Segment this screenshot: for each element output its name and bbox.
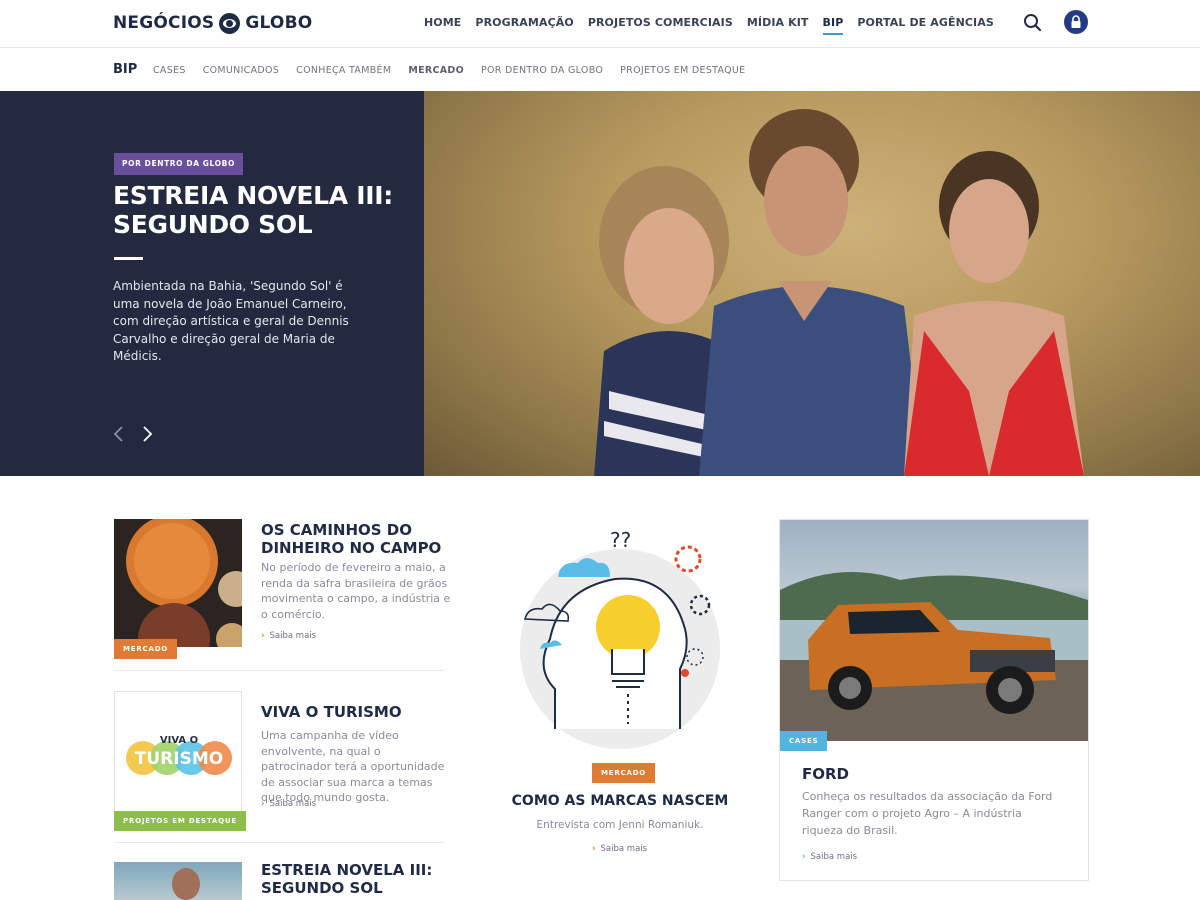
logo-text-top: VIVA O [160, 735, 198, 746]
nav-portal-agencias[interactable]: PORTAL DE AGÊNCIAS [857, 16, 994, 29]
read-more-label: Saiba mais [600, 844, 648, 854]
divider [114, 670, 444, 671]
nav-midia-kit[interactable]: MÍDIA KIT [747, 16, 809, 29]
card-title[interactable]: OS CAMINHOS DO DINHEIRO NO CAMPO [261, 521, 451, 557]
hero-divider [114, 257, 143, 260]
card-title[interactable]: COMO AS MARCAS NASCEM [500, 793, 740, 809]
category-badge[interactable]: MERCADO [592, 763, 656, 783]
article-card-ford: CASES FORD Conheça os resultados da asso… [779, 519, 1089, 881]
nav-projetos-comerciais[interactable]: PROJETOS COMERCIAIS [588, 16, 733, 29]
chevron-right-icon: › [592, 844, 596, 854]
subnav-cases[interactable]: CASES [153, 65, 186, 76]
lightbulb-head-illustration[interactable]: ?? [500, 519, 740, 759]
read-more-link[interactable]: › Saiba mais [261, 799, 316, 809]
card-title[interactable]: VIVA O TURISMO [261, 703, 451, 721]
subnav-por-dentro-da-globo[interactable]: POR DENTRO DA GLOBO [481, 65, 603, 76]
card-description: Uma campanha de vídeo envolvente, na qua… [261, 729, 445, 804]
search-button[interactable] [1022, 12, 1044, 34]
grains-illustration [126, 519, 242, 647]
subnav-conheca-tambem[interactable]: CONHEÇA TAMBÉM [296, 65, 391, 76]
subnav-mercado[interactable]: MERCADO [408, 65, 464, 76]
chevron-left-icon [113, 426, 123, 442]
hero-cast-photo[interactable] [424, 91, 1200, 476]
negocios-globo-logo[interactable]: NEGÓCIOS GLOBO [113, 11, 312, 35]
read-more-label: Saiba mais [269, 631, 317, 641]
read-more-label: Saiba mais [269, 799, 317, 809]
card-title[interactable]: FORD [802, 765, 849, 783]
nav-programacao[interactable]: PROGRAMAÇÃO [475, 16, 573, 29]
hero-category-badge[interactable]: POR DENTRO DA GLOBO [114, 153, 243, 175]
card-subtitle: Entrevista com Jenni Romaniuk. [536, 819, 704, 831]
question-marks-text: ?? [610, 528, 631, 552]
hero-description: Ambientada na Bahia, 'Segundo Sol' é uma… [113, 279, 349, 363]
divider [114, 842, 444, 843]
logo-text-right: GLOBO [245, 13, 313, 33]
card-description: Conheça os resultados da associação da F… [802, 790, 1053, 837]
ford-ranger-photo[interactable] [780, 520, 1088, 741]
grains-thumbnail[interactable] [114, 519, 242, 647]
section-subnav: BIP CASES COMUNICADOS CONHEÇA TAMBÉM MER… [0, 48, 1200, 91]
top-header: NEGÓCIOS GLOBO HOME PROGRAMAÇÃO PROJETOS… [0, 0, 1200, 48]
nav-home[interactable]: HOME [424, 16, 461, 29]
main-nav: HOME PROGRAMAÇÃO PROJETOS COMERCIAIS MÍD… [424, 16, 1008, 35]
subnav-comunicados[interactable]: COMUNICADOS [203, 65, 279, 76]
globo-icon [219, 12, 241, 34]
article-card-novela: ESTREIA NOVELA III: SEGUNDO SOL [114, 861, 444, 900]
turismo-thumbnail[interactable]: VIVA O TURISMO [114, 691, 242, 819]
read-more-link[interactable]: › Saiba mais [592, 844, 647, 854]
category-badge[interactable]: PROJETOS EM DESTAQUE [114, 811, 246, 831]
chevron-right-icon: › [261, 631, 265, 641]
ford-truck-illustration [780, 572, 1088, 741]
viva-o-turismo-logo: VIVA O TURISMO [126, 735, 232, 775]
chevron-right-icon [143, 426, 153, 442]
article-card-campo: MERCADO OS CAMINHOS DO DINHEIRO NO CAMPO… [114, 519, 450, 659]
category-badge[interactable]: CASES [780, 731, 828, 751]
carousel-next-button[interactable] [140, 425, 154, 443]
logo-text-main: TURISMO [135, 749, 223, 769]
featured-article-marcas: ?? MERCADO COMO AS MARCAS NASCEM Entrevi… [500, 519, 740, 859]
novela-thumbnail[interactable] [114, 862, 242, 900]
nav-bip[interactable]: BIP [822, 16, 844, 35]
logo-text-left: NEGÓCIOS [113, 13, 215, 33]
novela-photo [172, 868, 200, 900]
section-title[interactable]: BIP [113, 62, 137, 77]
article-card-turismo: VIVA O TURISMO PROJETOS EM DESTAQUE VIVA… [114, 691, 444, 831]
hero-carousel: POR DENTRO DA GLOBO ESTREIA NOVELA III: … [0, 91, 1200, 476]
carousel-prev-button[interactable] [112, 425, 126, 443]
search-icon [1024, 14, 1042, 32]
hero-title[interactable]: ESTREIA NOVELA III: SEGUNDO SOL [113, 181, 403, 239]
chevron-right-icon: › [261, 799, 265, 809]
card-description: No período de fevereiro a maio, a renda … [261, 561, 451, 621]
subnav-projetos-em-destaque[interactable]: PROJETOS EM DESTAQUE [620, 65, 745, 76]
read-more-label: Saiba mais [810, 852, 858, 862]
card-title[interactable]: ESTREIA NOVELA III: SEGUNDO SOL [261, 861, 451, 897]
read-more-link[interactable]: › Saiba mais [802, 852, 857, 862]
hero-text-panel: POR DENTRO DA GLOBO ESTREIA NOVELA III: … [0, 91, 424, 476]
login-button[interactable] [1064, 10, 1088, 34]
read-more-link[interactable]: › Saiba mais [261, 631, 316, 641]
cast-photo-illustration [594, 109, 1084, 476]
category-badge[interactable]: MERCADO [114, 639, 178, 659]
chevron-right-icon: › [802, 852, 806, 862]
lock-icon [1071, 15, 1081, 28]
